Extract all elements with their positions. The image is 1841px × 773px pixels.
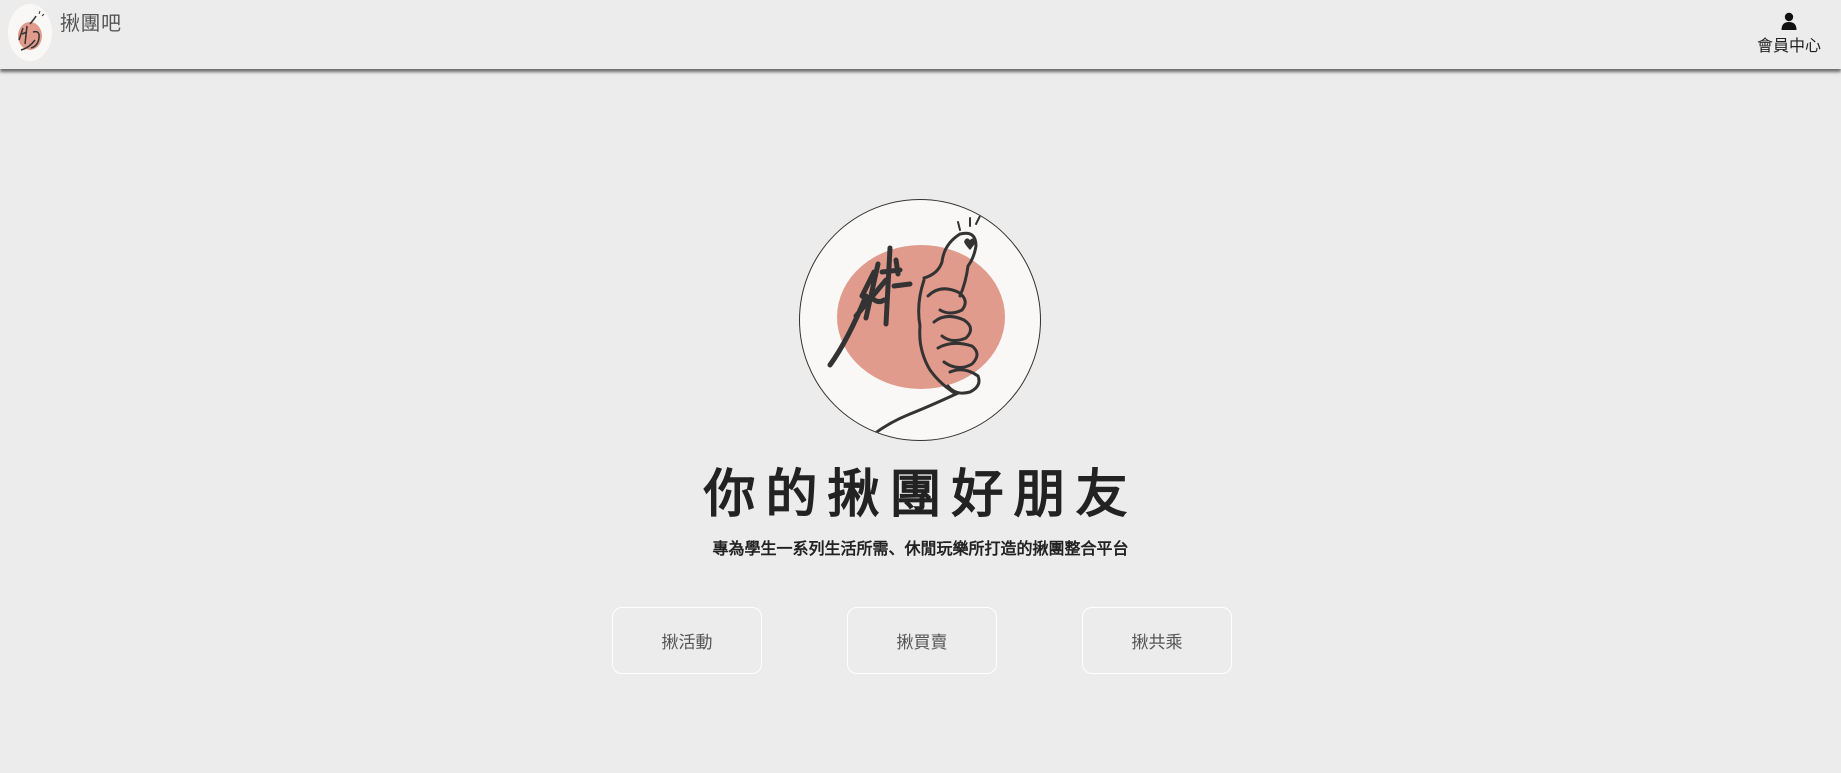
brand-title: 揪團吧 <box>60 11 122 35</box>
activity-button[interactable]: 揪活動 <box>612 607 762 674</box>
hero-headline: 你的揪團好朋友 <box>703 465 1138 525</box>
carpool-button[interactable]: 揪共乘 <box>1082 607 1232 674</box>
top-navbar: 揪團吧 會員中心 <box>0 0 1841 69</box>
member-center-label: 會員中心 <box>1756 36 1821 55</box>
hero-logo-icon <box>799 199 1041 441</box>
hero-subline: 專為學生一系列生活所需、休閒玩樂所打造的揪團整合平台 <box>712 539 1129 558</box>
brand-logo-icon[interactable] <box>8 4 52 61</box>
member-center-link[interactable]: 會員中心 <box>1757 12 1821 56</box>
user-icon <box>1781 12 1797 30</box>
trade-button[interactable]: 揪買賣 <box>847 607 997 674</box>
brand[interactable]: 揪團吧 <box>8 4 122 61</box>
